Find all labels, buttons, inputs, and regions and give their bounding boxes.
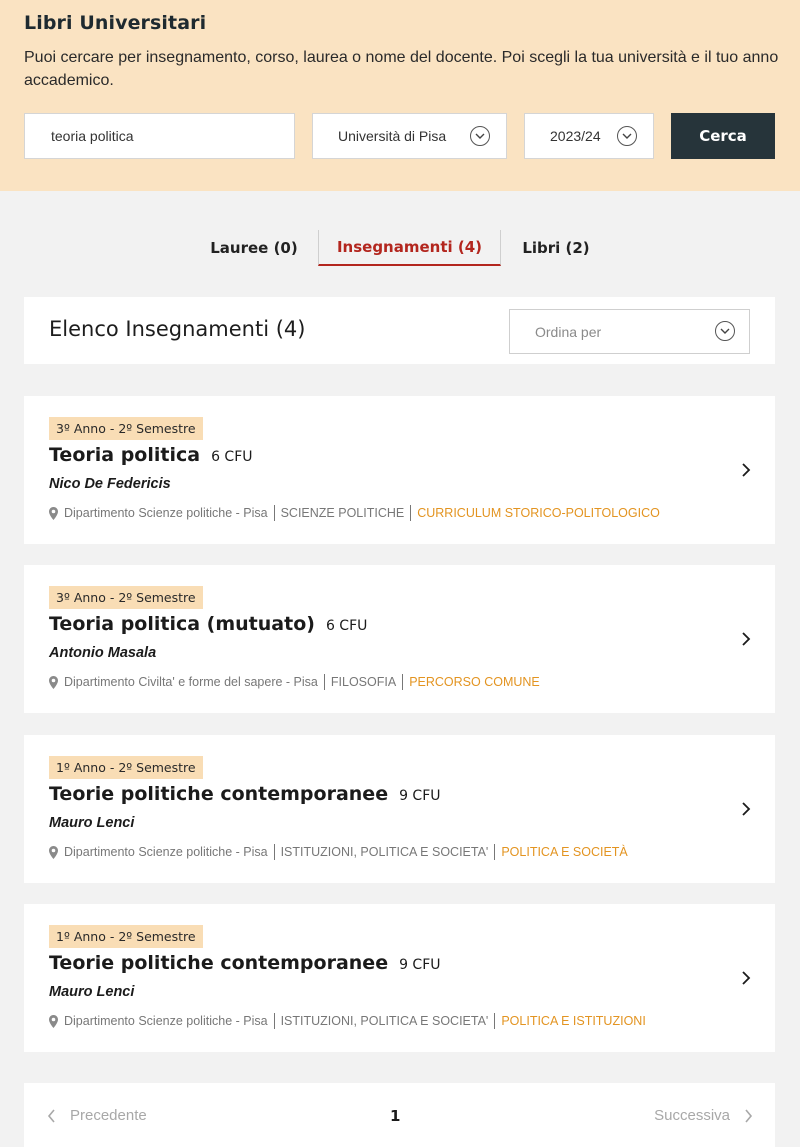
chevron-right-icon — [742, 463, 751, 477]
sort-select[interactable]: Ordina per — [509, 309, 750, 354]
course-name: Teorie politiche contemporanee — [49, 783, 389, 805]
tab-libri[interactable]: Libri (2) — [501, 230, 611, 266]
university-select[interactable]: Università di Pisa — [312, 113, 507, 159]
course-teacher: Mauro Lenci — [49, 815, 135, 831]
results-tabs: Lauree (0) Insegnamenti (4) Libri (2) — [0, 230, 800, 266]
period-badge: 1º Anno - 2º Semestre — [49, 756, 203, 779]
divider — [273, 1013, 275, 1029]
divider — [494, 1013, 496, 1029]
period-badge: 3º Anno - 2º Semestre — [49, 417, 203, 440]
course-cfu: 6 CFU — [211, 449, 253, 465]
chevron-left-icon — [47, 1108, 55, 1123]
course-name: Teorie politiche contemporanee — [49, 952, 389, 974]
divider — [323, 674, 325, 690]
year-select[interactable]: 2023/24 — [524, 113, 654, 159]
period-badge: 1º Anno - 2º Semestre — [49, 925, 203, 948]
pagination-next[interactable]: Successiva — [654, 1107, 753, 1124]
course-card[interactable]: 3º Anno - 2º Semestre Teoria politica (m… — [24, 565, 775, 713]
list-title: Elenco Insegnamenti (4) — [49, 317, 306, 341]
chevron-down-icon — [715, 321, 735, 341]
course-curriculum: PERCORSO COMUNE — [409, 675, 540, 689]
course-meta: Dipartimento Civilta' e forme del sapere… — [49, 674, 540, 690]
pagination-prev[interactable]: Precedente — [47, 1107, 147, 1124]
divider — [273, 505, 275, 521]
course-department: Dipartimento Scienze politiche - Pisa — [64, 506, 268, 520]
page-title: Libri Universitari — [24, 12, 207, 34]
pagination-next-label: Successiva — [654, 1107, 730, 1124]
divider — [273, 844, 275, 860]
course-degree: ISTITUZIONI, POLITICA E SOCIETA' — [280, 845, 489, 859]
course-teacher: Nico De Federicis — [49, 476, 171, 492]
course-cfu: 9 CFU — [399, 788, 441, 804]
course-card[interactable]: 1º Anno - 2º Semestre Teorie politiche c… — [24, 735, 775, 883]
course-meta: Dipartimento Scienze politiche - Pisa SC… — [49, 505, 660, 521]
course-curriculum: POLITICA E ISTITUZIONI — [501, 1014, 646, 1028]
course-card[interactable]: 1º Anno - 2º Semestre Teorie politiche c… — [24, 904, 775, 1052]
course-department: Dipartimento Scienze politiche - Pisa — [64, 845, 268, 859]
period-badge: 3º Anno - 2º Semestre — [49, 586, 203, 609]
course-card[interactable]: 3º Anno - 2º Semestre Teoria politica 6 … — [24, 396, 775, 544]
year-select-value: 2023/24 — [550, 128, 601, 144]
location-pin-icon — [49, 506, 58, 520]
pagination-current-page[interactable]: 1 — [390, 1107, 400, 1125]
sort-placeholder: Ordina per — [535, 323, 602, 340]
chevron-right-icon — [742, 802, 751, 816]
search-hero: Libri Universitari Puoi cercare per inse… — [0, 0, 800, 191]
chevron-right-icon — [742, 632, 751, 646]
pagination: Precedente 1 Successiva — [24, 1083, 775, 1147]
course-name: Teoria politica (mutuato) — [49, 613, 315, 635]
course-department: Dipartimento Scienze politiche - Pisa — [64, 1014, 268, 1028]
location-pin-icon — [49, 845, 58, 859]
chevron-down-icon — [617, 126, 637, 146]
search-description: Puoi cercare per insegnamento, corso, la… — [24, 49, 779, 89]
tab-lauree[interactable]: Lauree (0) — [190, 230, 318, 266]
divider — [494, 844, 496, 860]
course-degree: ISTITUZIONI, POLITICA E SOCIETA' — [280, 1014, 489, 1028]
chevron-right-icon — [745, 1108, 753, 1123]
course-curriculum: POLITICA E SOCIETÀ — [501, 845, 628, 859]
course-degree: FILOSOFIA — [330, 675, 397, 689]
search-button[interactable]: Cerca — [671, 113, 775, 159]
university-select-value: Università di Pisa — [338, 128, 447, 144]
course-meta: Dipartimento Scienze politiche - Pisa IS… — [49, 1013, 646, 1029]
course-department: Dipartimento Civilta' e forme del sapere… — [64, 675, 318, 689]
course-teacher: Mauro Lenci — [49, 984, 135, 1000]
course-meta: Dipartimento Scienze politiche - Pisa IS… — [49, 844, 628, 860]
course-title: Teorie politiche contemporanee 9 CFU — [49, 783, 441, 805]
course-title: Teorie politiche contemporanee 9 CFU — [49, 952, 441, 974]
list-header: Elenco Insegnamenti (4) Ordina per — [24, 297, 775, 364]
course-title: Teoria politica 6 CFU — [49, 444, 253, 466]
chevron-down-icon — [470, 126, 490, 146]
divider — [402, 674, 404, 690]
search-input[interactable] — [24, 113, 295, 159]
pagination-prev-label: Precedente — [70, 1107, 147, 1124]
location-pin-icon — [49, 675, 58, 689]
tab-insegnamenti[interactable]: Insegnamenti (4) — [318, 230, 501, 266]
course-curriculum: CURRICULUM STORICO-POLITOLOGICO — [417, 506, 660, 520]
course-title: Teoria politica (mutuato) 6 CFU — [49, 613, 367, 635]
chevron-right-icon — [742, 971, 751, 985]
course-degree: SCIENZE POLITICHE — [280, 506, 405, 520]
course-teacher: Antonio Masala — [49, 645, 157, 661]
course-cfu: 9 CFU — [399, 957, 441, 973]
course-cfu: 6 CFU — [325, 618, 368, 634]
course-name: Teoria politica — [49, 444, 201, 466]
divider — [410, 505, 412, 521]
location-pin-icon — [49, 1014, 58, 1028]
